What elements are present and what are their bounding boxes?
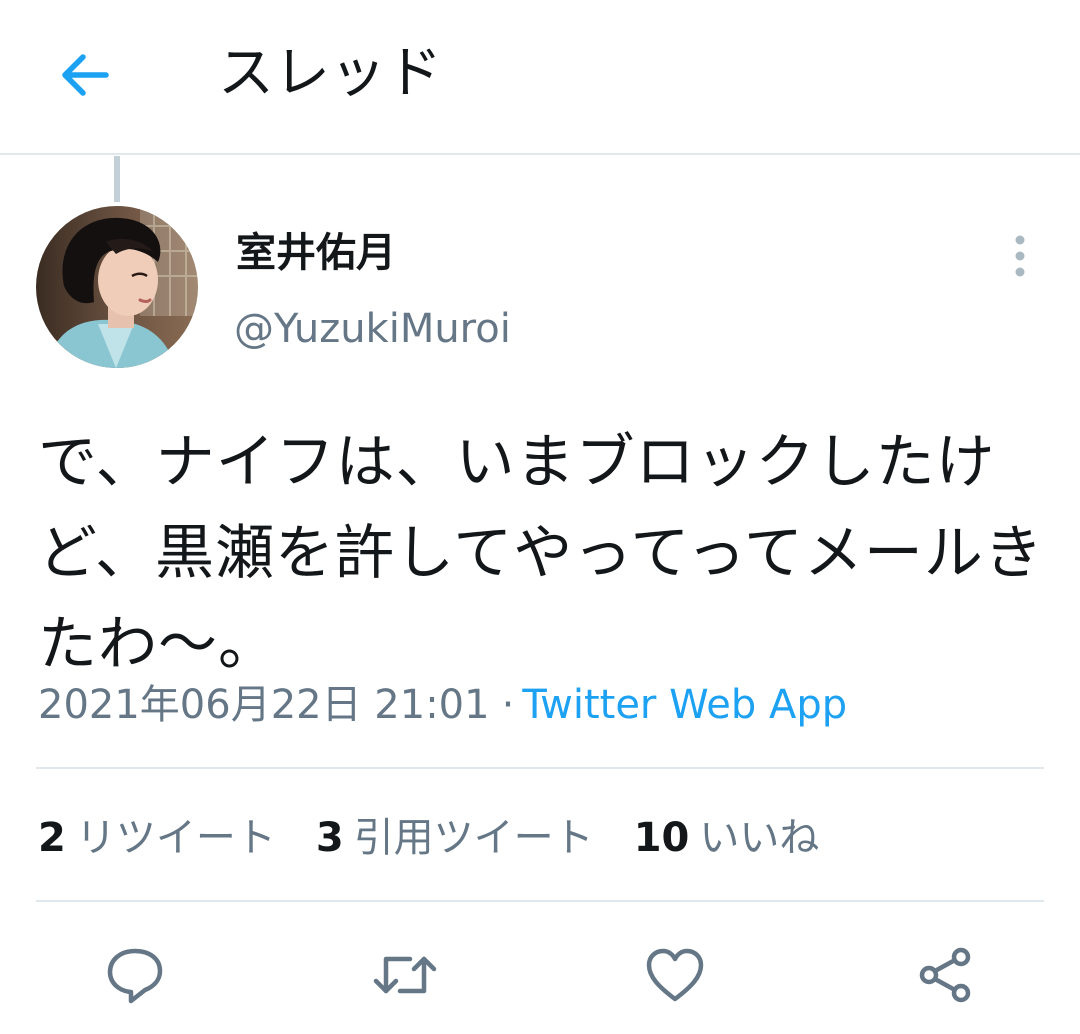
quote-count: 3 bbox=[315, 815, 344, 861]
meta-separator: · bbox=[501, 682, 515, 728]
more-options-button[interactable] bbox=[1002, 232, 1038, 280]
retweet-button[interactable] bbox=[370, 940, 440, 1010]
tweet-text: で、ナイフは、いまブロックしたけど、黒瀬を許してやってってメールきたわ〜。 bbox=[38, 427, 1044, 678]
heart-icon bbox=[646, 948, 704, 1002]
tweet-source-link[interactable]: Twitter Web App bbox=[522, 682, 847, 728]
like-button[interactable] bbox=[640, 940, 710, 1010]
quotes-stat[interactable]: 3 引用ツイート bbox=[316, 812, 594, 864]
like-label: いいね bbox=[699, 815, 820, 861]
retweets-stat[interactable]: 2 リツイート bbox=[38, 812, 276, 864]
author-display-name[interactable]: 室井佑月 bbox=[236, 226, 396, 280]
tweet-stats: 2 リツイート 3 引用ツイート 10 いいね bbox=[38, 812, 859, 864]
divider bbox=[36, 900, 1044, 902]
quote-label: 引用ツイート bbox=[353, 815, 594, 861]
arrow-left-icon bbox=[62, 54, 109, 96]
retweet-label: リツイート bbox=[75, 815, 276, 861]
like-count: 10 bbox=[633, 815, 690, 861]
author-handle[interactable]: @YuzukiMuroi bbox=[234, 302, 511, 356]
retweet-count: 2 bbox=[38, 815, 66, 861]
tweet-meta: 2021年06月22日 21:01 · Twitter Web App bbox=[38, 680, 847, 730]
tweet-timestamp[interactable]: 2021年06月22日 21:01 bbox=[38, 682, 490, 728]
thread-connector-line bbox=[114, 156, 120, 202]
reply-button[interactable] bbox=[100, 940, 170, 1010]
share-icon bbox=[919, 947, 971, 1003]
reply-icon bbox=[107, 948, 163, 1004]
retweet-icon bbox=[373, 956, 437, 994]
share-button[interactable] bbox=[910, 940, 980, 1010]
back-button[interactable] bbox=[56, 46, 114, 104]
divider bbox=[36, 767, 1044, 769]
avatar[interactable] bbox=[36, 206, 198, 368]
top-app-bar: スレッド bbox=[0, 0, 1080, 155]
more-vertical-icon bbox=[1015, 235, 1025, 277]
likes-stat[interactable]: 10 いいね bbox=[634, 812, 820, 864]
page-title: スレッド bbox=[218, 41, 442, 106]
